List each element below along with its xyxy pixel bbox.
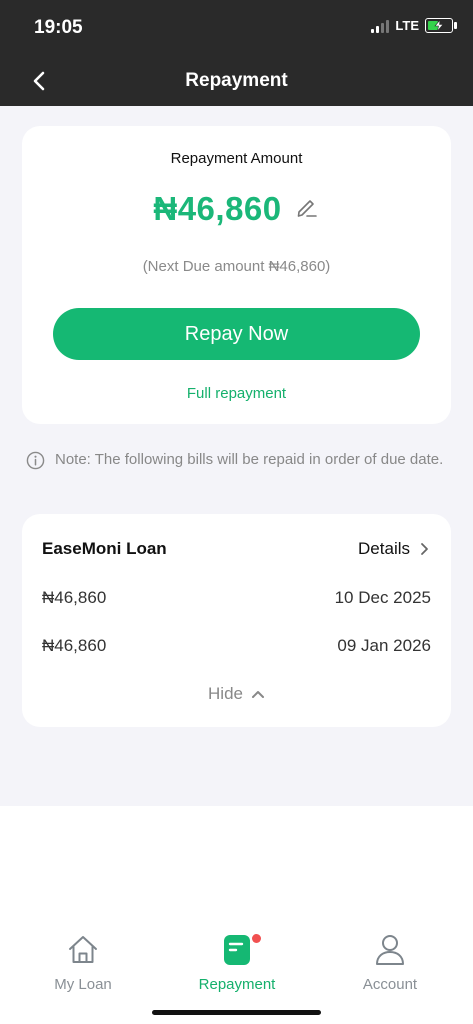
tab-label: My Loan <box>54 976 112 993</box>
loan-name: EaseMoni Loan <box>42 539 167 558</box>
details-link[interactable]: Details <box>358 539 429 559</box>
tab-my-loan[interactable]: My Loan <box>23 932 143 993</box>
tab-label: Account <box>362 976 418 993</box>
status-indicators: LTE <box>371 18 457 33</box>
tab-repayment[interactable]: Repayment <box>177 932 297 993</box>
bill-due-date: 10 Dec 2025 <box>334 588 431 607</box>
chevron-up-icon <box>251 690 264 698</box>
hide-bills-toggle[interactable]: Hide <box>22 684 451 704</box>
page-title: Repayment <box>185 70 288 91</box>
bill-amount: ₦46,860 <box>42 588 107 607</box>
network-type: LTE <box>395 18 419 33</box>
repayment-note: Note: The following bills will be repaid… <box>26 448 446 471</box>
edit-amount-button[interactable] <box>294 194 320 225</box>
bill-row: ₦46,860 10 Dec 2025 <box>42 588 431 608</box>
tab-account[interactable]: Account <box>330 932 450 993</box>
home-icon <box>69 936 97 963</box>
repayment-amount-card: Repayment Amount ₦46,860 (Next Due amoun… <box>22 126 451 424</box>
user-icon <box>376 935 404 965</box>
details-label: Details <box>358 539 410 558</box>
repayment-amount-label: Repayment Amount <box>170 150 303 167</box>
bottom-tab-bar: My Loan Repayment Account <box>0 920 473 1024</box>
full-repayment-link[interactable]: Full repayment <box>22 385 451 402</box>
bill-due-date: 09 Jan 2026 <box>337 636 431 655</box>
amount-row: ₦46,860 <box>22 190 451 228</box>
note-text: Note: The following bills will be repaid… <box>55 451 444 468</box>
status-bar: 19:05 LTE <box>0 0 473 56</box>
main-content: Repayment Amount ₦46,860 (Next Due amoun… <box>0 106 473 806</box>
tab-label: Repayment <box>198 976 276 993</box>
notification-badge <box>252 934 261 943</box>
pencil-icon <box>297 199 317 217</box>
repay-now-button[interactable]: Repay Now <box>53 308 420 360</box>
hide-label: Hide <box>208 684 243 703</box>
info-icon <box>26 451 45 470</box>
signal-icon <box>371 19 390 33</box>
navigation-bar: Repayment <box>0 56 473 106</box>
bill-row: ₦46,860 09 Jan 2026 <box>42 636 431 656</box>
repayment-amount-value: ₦46,860 <box>153 190 282 227</box>
chevron-right-icon <box>421 543 428 555</box>
repayment-icon <box>224 935 250 965</box>
home-indicator <box>152 1010 321 1015</box>
status-time: 19:05 <box>34 17 83 38</box>
bill-amount: ₦46,860 <box>42 636 107 655</box>
battery-icon <box>425 18 457 33</box>
next-due-amount: (Next Due amount ₦46,860) <box>142 258 331 275</box>
loan-bills-card: EaseMoni Loan Details ₦46,860 10 Dec 202… <box>22 514 451 727</box>
